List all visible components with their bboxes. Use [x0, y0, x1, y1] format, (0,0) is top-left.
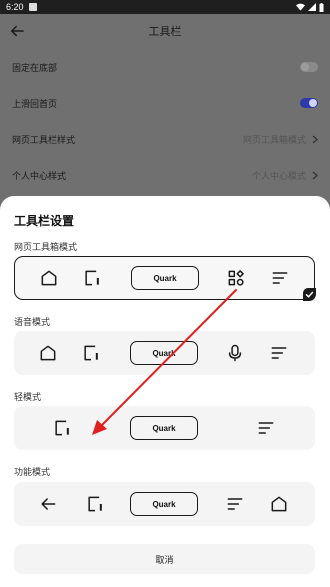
back-arrow-icon[interactable] — [8, 22, 26, 40]
quark-button: Quark — [130, 492, 198, 516]
status-bar: 6:20 — [0, 0, 330, 14]
chevron-right-icon — [312, 135, 318, 143]
signal-icon — [308, 3, 316, 11]
back-arrow-icon — [38, 494, 58, 514]
toolbar-option-function[interactable]: Quark — [14, 482, 315, 526]
menu-icon — [256, 418, 276, 438]
tabs-icon — [52, 418, 72, 438]
selected-check-icon — [303, 288, 316, 301]
wifi-icon — [296, 3, 305, 11]
setting-label: 固定在底部 — [12, 62, 58, 73]
toolbar-option-voice[interactable]: Quark — [14, 331, 315, 375]
section-label-light: 轻模式 — [14, 392, 42, 402]
sheet-title: 工具栏设置 — [14, 214, 75, 228]
section-label-voice: 语音模式 — [14, 317, 51, 327]
menu-icon — [269, 343, 289, 363]
app-bar: 工具栏 — [0, 14, 330, 48]
battery-icon — [319, 2, 324, 12]
quark-button: Quark — [130, 341, 198, 365]
menu-icon — [225, 494, 245, 514]
setting-row-web-toolbar-style[interactable]: 网页工具栏样式 网页工具箱模式 — [0, 121, 330, 157]
fixed-bottom-toggle[interactable] — [300, 62, 318, 72]
toolbar-option-light[interactable]: Quark — [14, 406, 315, 450]
home-icon — [269, 494, 289, 514]
cancel-button[interactable]: 取消 — [14, 544, 315, 574]
chevron-right-icon — [312, 171, 318, 179]
notification-icon — [28, 3, 37, 11]
setting-row-fixed-bottom[interactable]: 固定在底部 — [0, 49, 330, 85]
setting-row-swipe-home[interactable]: 上滑回首页 — [0, 85, 330, 121]
quark-button: Quark — [131, 266, 199, 290]
page-title: 工具栏 — [148, 26, 182, 38]
tabs-icon — [81, 343, 101, 363]
setting-value: 个人中心模式 — [251, 170, 306, 181]
quark-button: Quark — [130, 416, 198, 440]
setting-label: 上滑回首页 — [12, 98, 58, 109]
microphone-icon — [225, 343, 245, 363]
section-label-function: 功能模式 — [14, 467, 51, 477]
toolbar-option-web-toolbox[interactable]: Quark — [14, 256, 316, 301]
toolbar-settings-sheet: 工具栏设置 网页工具箱模式 Quark 语音模式 Quark 轻模式 Quark… — [0, 196, 330, 587]
setting-row-profile-style[interactable]: 个人中心样式 个人中心模式 — [0, 157, 330, 193]
tabs-icon — [85, 494, 105, 514]
tabs-icon — [82, 268, 102, 288]
setting-label: 网页工具栏样式 — [12, 134, 76, 145]
status-time: 6:20 — [6, 2, 24, 12]
section-label-web-toolbox: 网页工具箱模式 — [14, 242, 78, 252]
home-icon — [38, 343, 58, 363]
setting-label: 个人中心样式 — [12, 170, 67, 181]
setting-value: 网页工具箱模式 — [242, 134, 306, 145]
home-icon — [39, 268, 59, 288]
menu-icon — [270, 268, 290, 288]
grid-icon — [226, 268, 246, 288]
swipe-home-toggle[interactable] — [300, 98, 318, 108]
